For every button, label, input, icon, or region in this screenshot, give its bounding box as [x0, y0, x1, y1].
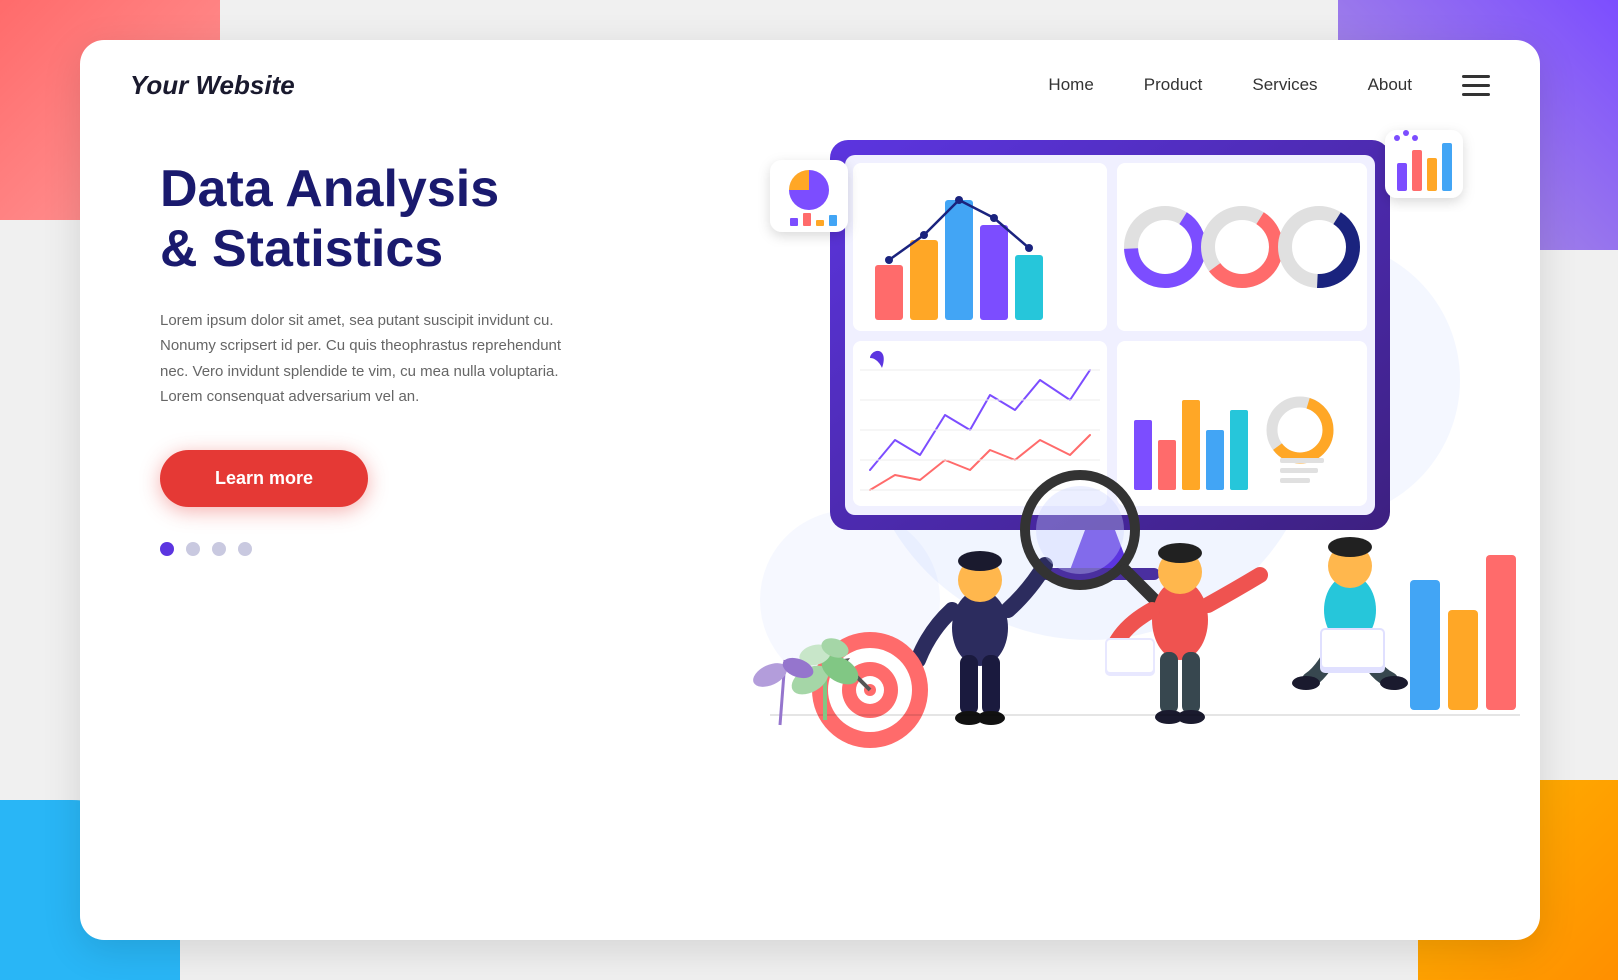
person1-hair	[958, 551, 1002, 571]
person3-laptop-screen	[1322, 630, 1383, 667]
hamburger-line-1	[1462, 75, 1490, 78]
nav-item-home[interactable]: Home	[1048, 75, 1093, 95]
small-bar-5	[1230, 410, 1248, 490]
menu-line-1	[1280, 458, 1324, 463]
widget2-bar-3	[1427, 158, 1437, 191]
nav-link-about[interactable]: About	[1368, 75, 1412, 94]
person1-right-shoe	[977, 711, 1005, 725]
floor-bar-1	[1410, 580, 1440, 710]
nav-link-product[interactable]: Product	[1144, 75, 1203, 94]
pagination-dot-1[interactable]	[160, 542, 174, 556]
trend-dot-4	[990, 214, 998, 222]
pagination-dot-3[interactable]	[212, 542, 226, 556]
nav-links: Home Product Services About	[1048, 75, 1412, 95]
person2-right-leg	[1182, 652, 1200, 714]
trend-dot-3	[955, 196, 963, 204]
chart-icon-dot-3	[1412, 135, 1418, 141]
person3-hair	[1328, 537, 1372, 557]
bar-4	[980, 225, 1008, 320]
person2-right-shoe	[1177, 710, 1205, 724]
nav-item-product[interactable]: Product	[1144, 75, 1203, 95]
chart-icon-dot-2	[1403, 130, 1409, 136]
hero-content-left: Data Analysis & Statistics Lorem ipsum d…	[160, 160, 640, 556]
pagination-dots	[160, 542, 640, 556]
widget-bar-4	[829, 215, 837, 226]
person3-right-shoe	[1380, 676, 1408, 690]
hero-illustration	[670, 100, 1520, 880]
bar-5	[1015, 255, 1043, 320]
small-bar-2	[1158, 440, 1176, 490]
nav-logo[interactable]: Your Website	[130, 70, 1048, 101]
person1-right-leg	[982, 655, 1000, 715]
bar-3	[945, 200, 973, 320]
hamburger-line-2	[1462, 84, 1490, 87]
small-bar-3	[1182, 400, 1200, 490]
pagination-dot-4[interactable]	[238, 542, 252, 556]
person3-left-shoe	[1292, 676, 1320, 690]
navbar: Your Website Home Product Services About	[80, 40, 1540, 130]
floor-bar-3	[1486, 555, 1516, 710]
hero-description: Lorem ipsum dolor sit amet, sea putant s…	[160, 308, 580, 410]
trend-dot-2	[920, 231, 928, 239]
bar-2	[910, 240, 938, 320]
nav-link-home[interactable]: Home	[1048, 75, 1093, 94]
pagination-dot-2[interactable]	[186, 542, 200, 556]
widget2-bar-2	[1412, 150, 1422, 191]
floor-bar-2	[1448, 610, 1478, 710]
menu-line-2	[1280, 468, 1318, 473]
nav-item-about[interactable]: About	[1368, 75, 1412, 95]
magnifying-glass-lens	[1036, 486, 1124, 574]
trend-dot-5	[1025, 244, 1033, 252]
person2-hair	[1158, 543, 1202, 563]
person2-laptop-screen	[1107, 640, 1153, 672]
small-bar-4	[1206, 430, 1224, 490]
trend-dot-1	[885, 256, 893, 264]
hamburger-line-3	[1462, 93, 1490, 96]
hero-title: Data Analysis & Statistics	[160, 160, 640, 280]
widget2-bar-4	[1442, 143, 1452, 191]
screen-panel-donuts	[1117, 163, 1367, 331]
widget-bar-3	[816, 220, 824, 226]
main-card: Your Website Home Product Services About…	[80, 40, 1540, 940]
screen-panel-linechart	[853, 341, 1107, 506]
hero-title-line2: & Statistics	[160, 220, 443, 278]
bar-1	[875, 265, 903, 320]
learn-more-button[interactable]: Learn more	[160, 450, 368, 507]
nav-link-services[interactable]: Services	[1252, 75, 1317, 94]
widget2-bar-1	[1397, 163, 1407, 191]
person2-left-leg	[1160, 652, 1178, 714]
hero-title-line1: Data Analysis	[160, 160, 499, 218]
widget-bar-1	[790, 218, 798, 226]
menu-line-3	[1280, 478, 1310, 483]
small-bar-1	[1134, 420, 1152, 490]
nav-item-services[interactable]: Services	[1252, 75, 1317, 95]
illustration-svg	[670, 100, 1520, 880]
hamburger-menu-icon[interactable]	[1462, 75, 1490, 96]
person1-left-leg	[960, 655, 978, 715]
chart-icon-dot-1	[1394, 135, 1400, 141]
widget-bar-2	[803, 213, 811, 226]
